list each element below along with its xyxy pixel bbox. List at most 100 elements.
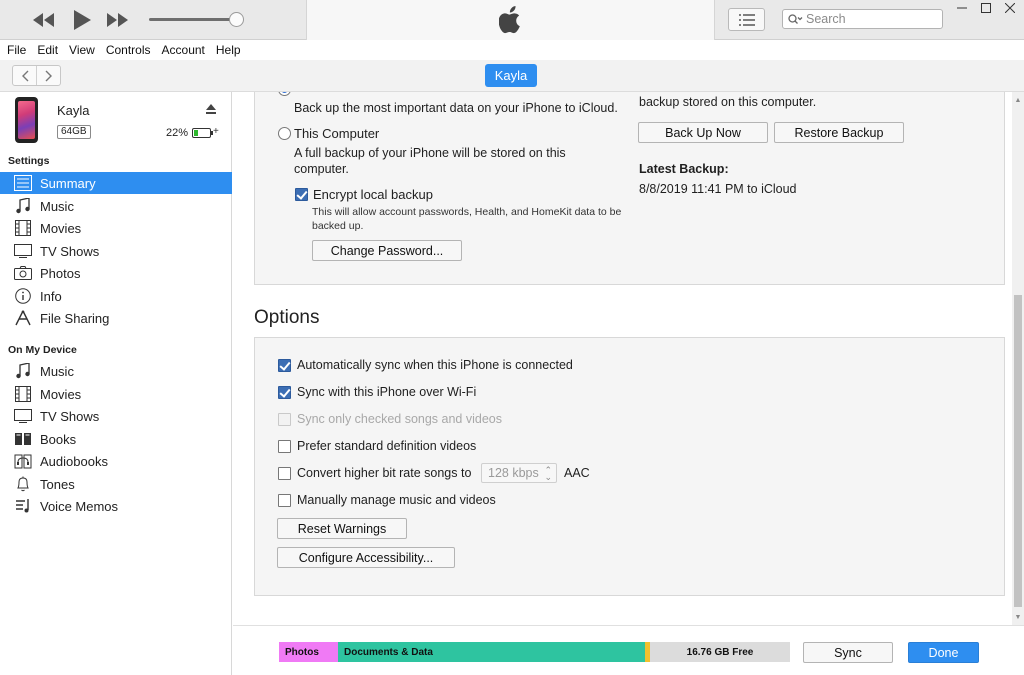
volume-slider[interactable] <box>149 18 237 21</box>
auto-sync-checkbox[interactable] <box>278 359 291 372</box>
back-button[interactable] <box>13 66 37 85</box>
title-bar <box>0 0 1024 40</box>
sidebar-item-file-sharing[interactable]: File Sharing <box>0 307 232 329</box>
sidebar-item-summary[interactable]: Summary <box>0 172 232 194</box>
fast-forward-button[interactable] <box>105 9 129 31</box>
summary-icon <box>13 174 33 192</box>
device-capacity: 64GB <box>57 125 91 139</box>
close-button[interactable] <box>999 0 1021 16</box>
menu-controls[interactable]: Controls <box>106 43 151 57</box>
menu-bar: File Edit View Controls Account Help <box>0 40 1024 60</box>
scrollbar-thumb[interactable] <box>1014 295 1022 607</box>
rewind-icon <box>33 13 54 27</box>
manual-manage-checkbox[interactable] <box>278 494 291 507</box>
convert-bitrate-checkbox[interactable] <box>278 467 291 480</box>
forward-button[interactable] <box>37 66 60 85</box>
device-button[interactable]: Kayla <box>485 64 537 87</box>
tv-icon <box>13 407 33 425</box>
manual-manage-label: Manually manage music and videos <box>297 493 496 507</box>
sidebar-item-device-tones[interactable]: Tones <box>0 473 232 495</box>
rewind-button[interactable] <box>32 9 56 31</box>
back-up-now-button[interactable]: Back Up Now <box>638 122 768 143</box>
eject-icon[interactable] <box>205 103 217 115</box>
sidebar-item-device-music[interactable]: Music <box>0 360 232 382</box>
sidebar-item-movies[interactable]: Movies <box>0 217 232 239</box>
maximize-icon <box>981 3 991 13</box>
menu-edit[interactable]: Edit <box>37 43 58 57</box>
battery-percentage: 22% <box>166 127 189 139</box>
search-input[interactable] <box>806 12 936 26</box>
restore-hint-text: backup stored on this computer. <box>639 95 817 109</box>
menu-account[interactable]: Account <box>162 43 205 57</box>
summary-content: iCloud Back up the most important data o… <box>233 92 1012 625</box>
charging-icon: + <box>213 126 219 137</box>
bitrate-value: 128 kbps <box>488 466 539 480</box>
settings-section-title: Settings <box>8 155 50 167</box>
encrypt-backup-checkbox[interactable] <box>295 188 308 201</box>
list-icon <box>738 13 755 26</box>
sidebar-item-label: Books <box>40 431 77 447</box>
encrypt-backup-description: This will allow account passwords, Healt… <box>312 206 622 218</box>
sidebar-item-label: Info <box>40 288 62 304</box>
audiobook-icon <box>13 452 33 470</box>
sidebar-item-label: TV Shows <box>40 243 100 259</box>
sidebar-item-label: Music <box>40 198 74 214</box>
sidebar-item-device-audiobooks[interactable]: Audiobooks <box>0 450 232 472</box>
checked-only-label: Sync only checked songs and videos <box>297 412 502 426</box>
wifi-sync-label: Sync with this iPhone over Wi-Fi <box>297 385 477 399</box>
bitrate-select[interactable]: 128 kbps ⌃ ⌄ <box>481 463 557 483</box>
battery-icon <box>192 128 211 138</box>
film-icon <box>13 385 33 403</box>
navigation-row: Kayla <box>0 60 1024 92</box>
content-scrollbar[interactable]: ▲ ▼ <box>1012 92 1024 625</box>
sd-videos-label: Prefer standard definition videos <box>297 439 477 453</box>
menu-help[interactable]: Help <box>216 43 241 57</box>
play-button[interactable] <box>70 9 94 31</box>
change-password-button[interactable]: Change Password... <box>312 240 462 261</box>
film-icon <box>13 219 33 237</box>
sidebar-item-device-movies[interactable]: Movies <box>0 383 232 405</box>
sidebar-item-photos[interactable]: Photos <box>0 262 232 284</box>
this-computer-radio[interactable] <box>278 127 291 140</box>
capacity-segment-free: 16.76 GB Free <box>650 642 790 662</box>
sidebar-item-label: Audiobooks <box>40 453 108 469</box>
scroll-up-icon[interactable]: ▲ <box>1012 94 1024 106</box>
scroll-down-icon[interactable]: ▼ <box>1012 611 1024 623</box>
footer-bar: Photos Documents & Data 16.76 GB Free Sy… <box>233 625 1024 675</box>
stepper-chevron-icon: ⌃ ⌄ <box>544 465 552 482</box>
sidebar: Kayla 64GB 22% + Settings Summary Music … <box>0 92 232 675</box>
done-button[interactable]: Done <box>908 642 979 663</box>
music-note-icon <box>13 197 33 215</box>
reset-warnings-button[interactable]: Reset Warnings <box>277 518 407 539</box>
up-next-button[interactable] <box>728 8 765 31</box>
aac-label: AAC <box>564 466 590 480</box>
sidebar-item-device-voice-memos[interactable]: Voice Memos <box>0 495 232 517</box>
book-icon <box>13 430 33 448</box>
configure-accessibility-button[interactable]: Configure Accessibility... <box>277 547 455 568</box>
minimize-button[interactable] <box>951 0 973 16</box>
sidebar-item-device-tv-shows[interactable]: TV Shows <box>0 405 232 427</box>
sync-button[interactable]: Sync <box>803 642 893 663</box>
playback-controls <box>0 0 306 40</box>
menu-file[interactable]: File <box>7 43 26 57</box>
search-field[interactable] <box>782 9 943 29</box>
fast-forward-icon <box>107 13 128 27</box>
camera-icon <box>13 264 33 282</box>
sidebar-item-info[interactable]: Info <box>0 285 232 307</box>
volume-slider-knob[interactable] <box>229 12 244 27</box>
history-navigation <box>12 65 61 86</box>
icloud-backup-label: iCloud <box>295 92 332 95</box>
maximize-button[interactable] <box>975 0 997 16</box>
sidebar-item-tv-shows[interactable]: TV Shows <box>0 240 232 262</box>
wifi-sync-checkbox[interactable] <box>278 386 291 399</box>
this-computer-description: A full backup of your iPhone will be sto… <box>294 146 566 160</box>
menu-view[interactable]: View <box>69 43 95 57</box>
sd-videos-checkbox[interactable] <box>278 440 291 453</box>
info-icon <box>13 287 33 305</box>
sidebar-item-device-books[interactable]: Books <box>0 428 232 450</box>
minimize-icon <box>957 7 967 9</box>
checked-only-checkbox[interactable] <box>278 413 291 426</box>
sidebar-item-music[interactable]: Music <box>0 195 232 217</box>
restore-backup-button[interactable]: Restore Backup <box>774 122 904 143</box>
apple-logo-icon <box>498 6 520 34</box>
